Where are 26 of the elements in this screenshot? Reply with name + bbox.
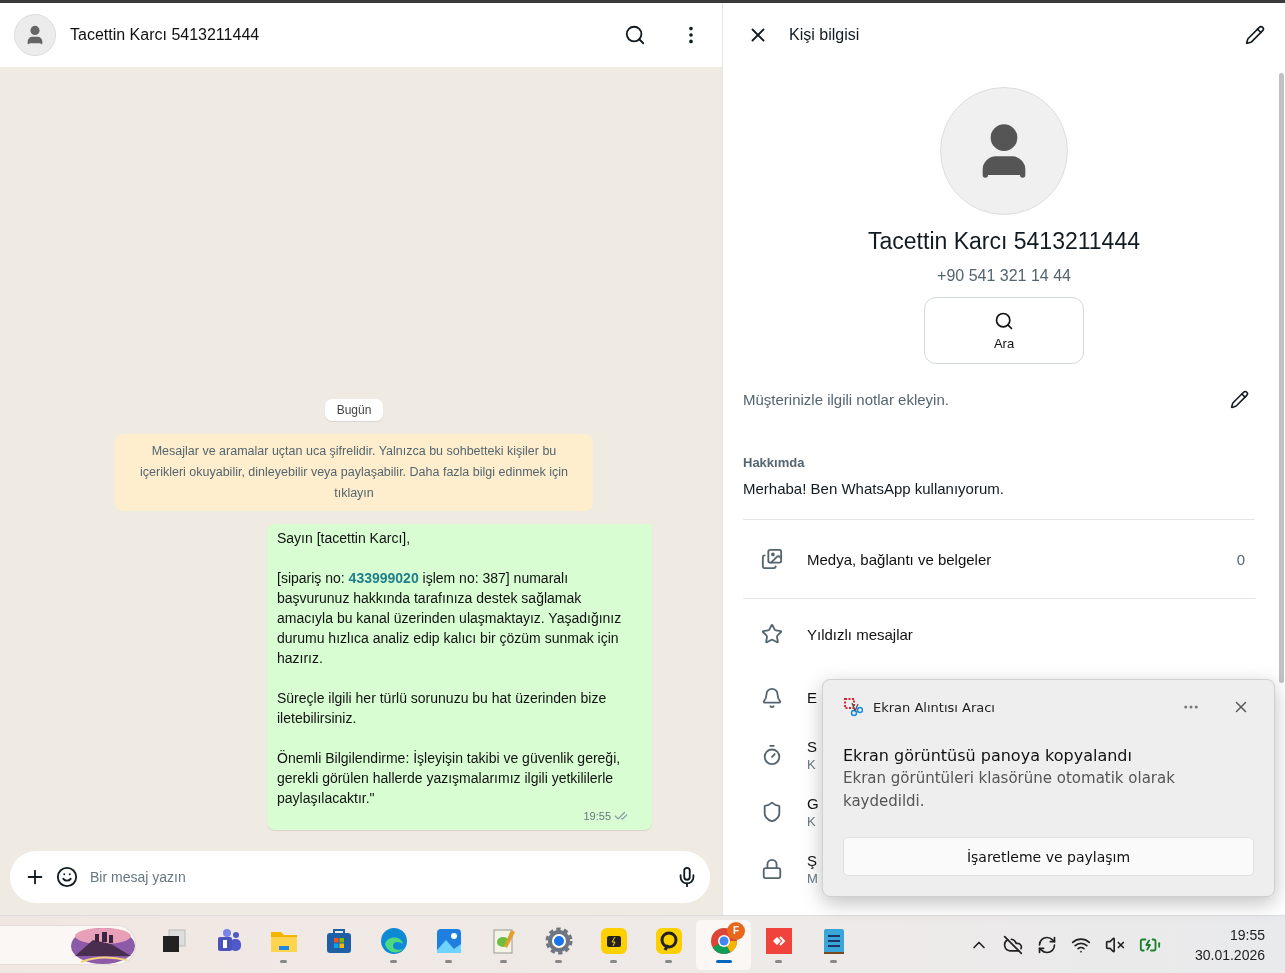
message-text: Sayın [tacettin Karcı], [277, 529, 412, 548]
about-text: Merhaba! Ben WhatsApp kullanıyorum. [743, 480, 1005, 497]
about-label: Hakkımda [743, 455, 806, 470]
row-label: E [807, 689, 817, 706]
message-text: Önemli Bilgilendirme: İşleyişin takibi ve güvenlik gereği, gerekli görülen hallerde yazışmalarımız ilgili yetkililerle paylaşılacaktır." [277, 749, 622, 808]
row-subtitle: K [807, 756, 816, 772]
toast-title: Ekran görüntüsü panoya kopyalandı [843, 746, 1133, 765]
row-label: Yıldızlı mesajlar [807, 625, 913, 643]
toast-app-name: Ekran Alıntısı Aracı [873, 699, 996, 715]
row-label: Ş [807, 851, 817, 869]
row-label: S [807, 737, 817, 755]
row-count: 0 [1236, 550, 1245, 568]
toast-body: Ekran görüntüleri klasörüne otomatik olarak kaydedildi. [843, 768, 1176, 812]
contact-name: Tacettin Karcı 5413211444 [868, 228, 1140, 255]
panel-title: Kişi bilgisi [789, 26, 861, 44]
chat-title: Tacettin Karcı 5413211444 [70, 26, 261, 44]
row-label: G [807, 794, 819, 812]
date-chip: Bugün [324, 399, 384, 421]
row-subtitle: M [807, 870, 818, 886]
message-text: Süreçle ilgili her türlü sorunuzu bu hat üzerinden bize iletebilirsiniz. [277, 689, 608, 728]
contact-phone: +90 541 321 14 44 [937, 267, 1071, 285]
row-subtitle: K [807, 813, 816, 829]
notification-badge: F [727, 921, 745, 940]
message-time: 19:55 [583, 809, 611, 824]
message-text: [sipariş no: 433999020 işlem no: 387] numaralı başvurunuz hakkında tarafınıza destek sağlamak amacıyla bu kanal üzerinden ulaşmaktayız. Yaşadığınız durumu hızlıca analiz edip kalıcı bir çözüm sunmak için hazırız. [277, 569, 623, 668]
row-label: Medya, bağlantı ve belgeler [807, 550, 992, 568]
